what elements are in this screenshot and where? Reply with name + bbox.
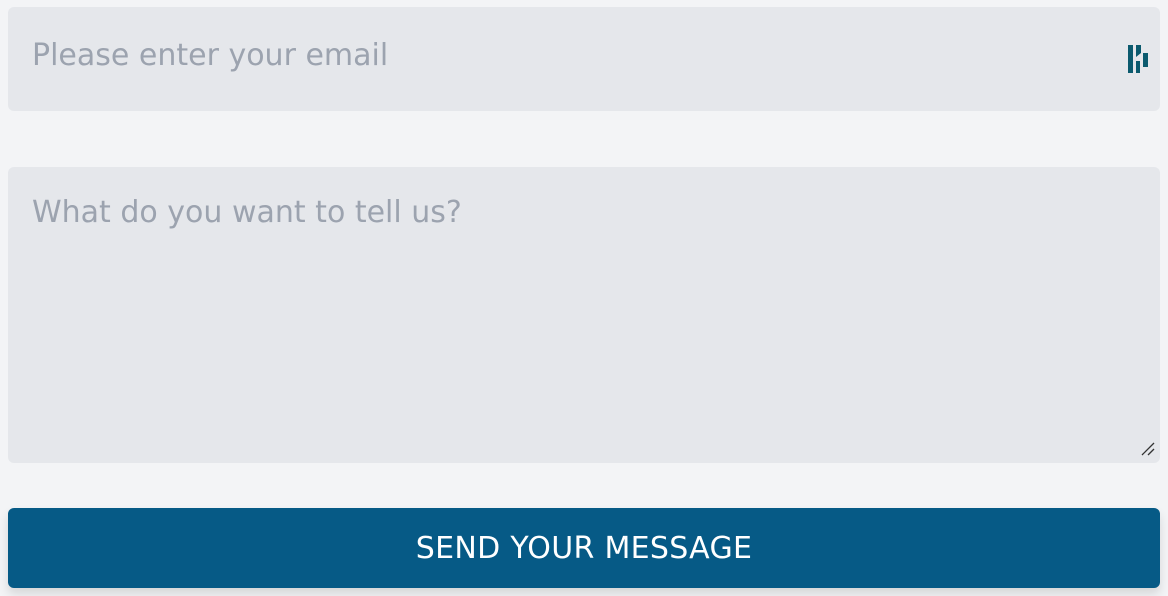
contact-form: SEND YOUR MESSAGE: [0, 0, 1168, 596]
email-field[interactable]: [8, 7, 1160, 111]
email-field-container: [8, 7, 1160, 111]
resize-grip-icon[interactable]: [1140, 441, 1156, 457]
message-field-container: [8, 167, 1160, 463]
dashlane-autofill-icon[interactable]: [1126, 43, 1150, 75]
send-message-button[interactable]: SEND YOUR MESSAGE: [8, 508, 1160, 588]
message-field[interactable]: [8, 167, 1160, 463]
